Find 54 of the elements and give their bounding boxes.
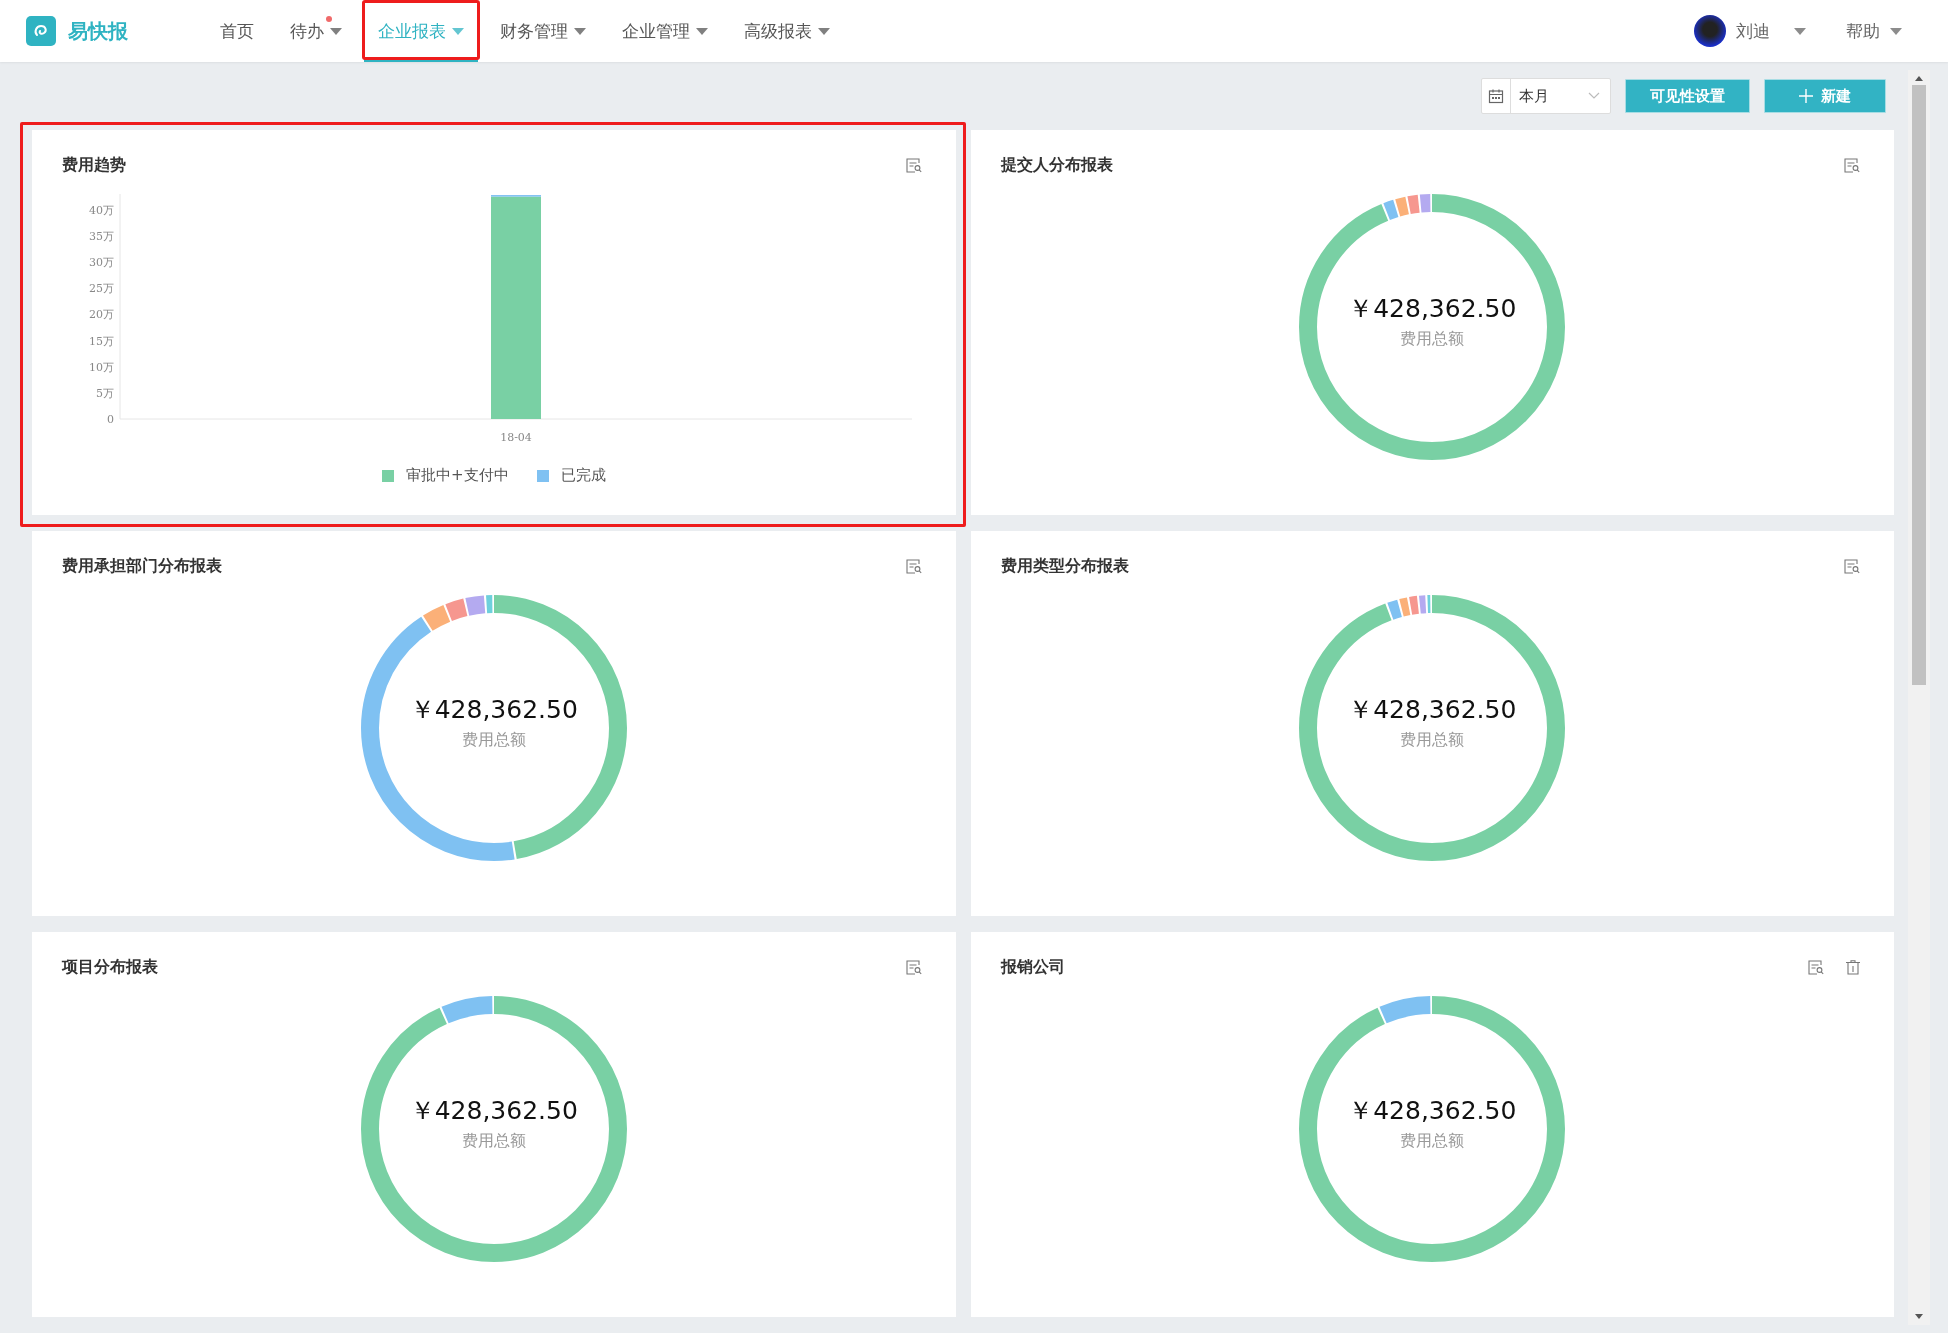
axis-label: 30万 [89,256,114,269]
nav-tab[interactable]: 首页 [206,0,268,62]
axis-label: 0 [107,413,114,426]
card-title: 报销公司 [1000,956,1065,978]
card-title: 提交人分布报表 [1000,154,1113,176]
legend-label[interactable]: 审批中+支付中 [405,466,509,485]
nav-tab[interactable]: 企业管理 [608,0,722,62]
delete-icon[interactable] [1846,959,1860,975]
total-amount: ￥428,362.50 [1348,694,1517,726]
avatar [1694,15,1726,47]
caret-icon [1890,27,1902,35]
card-title: 费用类型分布报表 [1000,555,1129,577]
preview-icon[interactable] [1808,959,1824,975]
axis-label: 15万 [89,334,114,348]
total-amount: ￥428,362.50 [409,694,578,726]
total-amount: ￥428,362.50 [1348,293,1517,325]
card-title: 项目分布报表 [62,956,158,978]
axis-label: 35万 [89,229,114,243]
scrollbar[interactable] [1908,70,1930,1325]
legend-label[interactable]: 已完成 [560,466,606,485]
preview-icon[interactable] [905,959,922,975]
total-caption: 费用总额 [1400,730,1465,751]
preview-icon[interactable] [1844,558,1860,574]
nav-tab[interactable]: 高级报表 [730,0,844,62]
scrollbar-thumb[interactable] [1912,85,1926,685]
axis-label: 40万 [89,203,114,217]
total-caption: 费用总额 [461,1131,526,1152]
preview-icon[interactable] [905,558,922,574]
preview-icon[interactable] [1844,157,1860,173]
nav-tab[interactable]: 待办 [276,0,356,62]
calendar-icon [1488,88,1504,104]
caret-icon [1794,27,1806,35]
total-caption: 费用总额 [1400,329,1465,350]
scroll-down-icon[interactable] [1915,1314,1923,1319]
brand-name: 易快报 [68,17,128,45]
nav-tab[interactable]: 财务管理 [486,0,600,62]
card-title: 费用趋势 [62,154,126,176]
total-caption: 费用总额 [1400,1131,1465,1152]
axis-label: 20万 [89,308,114,322]
help-menu[interactable]: 帮助 [1846,19,1902,43]
card-title: 费用承担部门分布报表 [62,555,222,577]
logo-icon [26,16,56,46]
chevron-down-icon [1588,92,1600,100]
total-caption: 费用总额 [461,730,526,751]
total-amount: ￥428,362.50 [409,1095,578,1127]
user-menu[interactable]: 刘迪 [1694,15,1806,47]
period-select[interactable]: 本月 [1481,78,1611,114]
plus-icon [1799,89,1813,103]
preview-icon[interactable] [905,157,922,173]
axis-label: 25万 [89,282,114,296]
axis-label: 18-04 [500,431,532,444]
total-amount: ￥428,362.50 [1348,1095,1517,1127]
axis-label: 5万 [96,386,114,400]
axis-label: 10万 [89,360,114,374]
